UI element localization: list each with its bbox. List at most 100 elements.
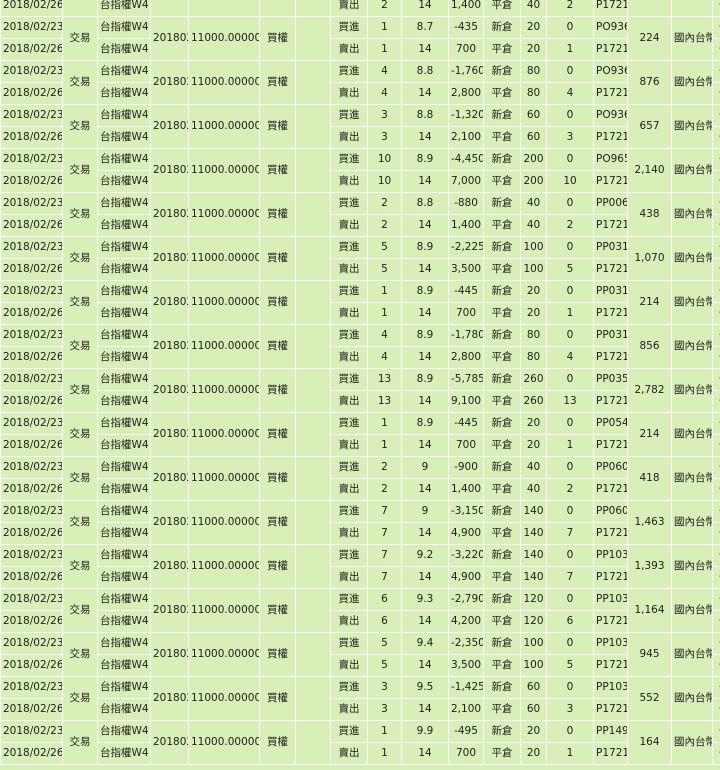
quantity: 4 — [367, 60, 402, 83]
table-row[interactable]: 2018/02/26台指權W4賣出114700平倉201P1721一般 — [0, 434, 720, 457]
table-row[interactable]: 2018/02/23交易台指權W420180211000.000000買權買進3… — [0, 104, 720, 149]
trade-date: 2018/02/23 — [0, 544, 63, 567]
table-row[interactable]: 2018/02/26台指權W4賣出3142,100平倉603P1721一般 — [0, 126, 720, 149]
table-row[interactable]: 2018/02/23交易台指權W420180211000.000000買權買進5… — [0, 632, 720, 677]
order-number: P1721 — [593, 126, 628, 149]
order-number: PO936 — [593, 60, 628, 83]
table-row[interactable]: 2018/02/23交易台指權W420180211000.000000買權買進4… — [0, 60, 720, 105]
table-row[interactable]: 2018/02/26台指權W4賣出3142,100平倉603P1721一般 — [0, 698, 720, 721]
table-row[interactable]: 2018/02/23交易台指權W420180211000.000000買權買進6… — [0, 588, 720, 633]
tax: 1 — [546, 434, 594, 457]
side: 賣出 — [330, 654, 368, 677]
order-number: P1721 — [593, 522, 628, 545]
open-close: 平倉 — [483, 654, 521, 677]
quantity: 6 — [367, 610, 402, 633]
profit-loss: 418 — [627, 456, 672, 501]
table-row[interactable]: 2018/02/26台指權W4賣出114700平倉201P1721一般 — [0, 742, 720, 765]
table-row[interactable]: 2018/02/23交易台指權W420180211000.000000買權買進1… — [0, 148, 720, 193]
product-name: 台指權W4 — [97, 302, 151, 325]
quantity: 2 — [367, 0, 402, 17]
table-row[interactable]: 2018/02/23交易台指權W420180211000.000000買權買進7… — [0, 544, 720, 589]
open-close: 新倉 — [483, 676, 521, 699]
trade-kind: 交易 — [62, 148, 98, 193]
table-row[interactable]: 2018/02/23交易台指權W420180211000.000000買權買進3… — [0, 676, 720, 721]
fee: 200 — [520, 148, 547, 171]
quantity: 3 — [367, 126, 402, 149]
table-row[interactable]: 2018/02/23交易台指權W420180211000.000000買權買進4… — [0, 324, 720, 369]
contract-month: 201802 — [150, 192, 189, 237]
table-row[interactable]: 2018/02/23交易台指權W420180211000.000000買權買進1… — [0, 412, 720, 457]
table-row[interactable]: 2018/02/26台指權W4賣出2141,400平倉402P1721一般 — [0, 214, 720, 237]
amount: -900 — [448, 456, 484, 479]
table-row[interactable]: 2018/02/26台指權W4賣出10147,000平倉20010P1721一般 — [0, 170, 720, 193]
trade-kind: 交易 — [62, 104, 98, 149]
open-close: 新倉 — [483, 280, 521, 303]
trade-table-body: 2018/02/26 台指權W4 賣出 2 14 1,400 平倉 40 2 P… — [0, 0, 720, 765]
open-close: 新倉 — [483, 544, 521, 567]
quantity: 3 — [367, 676, 402, 699]
order-number: PP031 — [593, 236, 628, 259]
product-name: 台指權W4 — [97, 478, 151, 501]
table-row[interactable]: 2018/02/26台指權W4賣出7144,900平倉1407P1721一般 — [0, 566, 720, 589]
amount: 700 — [448, 302, 484, 325]
table-row[interactable]: 2018/02/26 台指權W4 賣出 2 14 1,400 平倉 40 2 P… — [0, 0, 720, 17]
table-row[interactable]: 2018/02/26台指權W4賣出6144,200平倉1206P1721一般 — [0, 610, 720, 633]
table-row[interactable]: 2018/02/26台指權W4賣出13149,100平倉26013P1721一般 — [0, 390, 720, 413]
price: 9 — [401, 500, 449, 523]
table-row[interactable]: 2018/02/26台指權W4賣出7144,900平倉1407P1721一般 — [0, 522, 720, 545]
table-row[interactable]: 2018/02/26台指權W4賣出4142,800平倉804P1721一般 — [0, 346, 720, 369]
side: 賣出 — [330, 610, 368, 633]
table-row[interactable]: 2018/02/26台指權W4賣出4142,800平倉804P1721一般 — [0, 82, 720, 105]
currency: 國內台幣 — [671, 148, 713, 193]
amount: 1,400 — [448, 478, 484, 501]
amount: -1,760 — [448, 60, 484, 83]
table-row[interactable]: 2018/02/26台指權W4賣出114700平倉201P1721一般 — [0, 38, 720, 61]
amount: -2,350 — [448, 632, 484, 655]
open-close: 平倉 — [483, 522, 521, 545]
trade-date: 2018/02/26 — [0, 654, 63, 677]
quantity: 7 — [367, 566, 402, 589]
call-put: 買權 — [259, 500, 296, 545]
table-row[interactable]: 2018/02/23交易台指權W420180211000.000000買權買進5… — [0, 236, 720, 281]
order-number: PP031 — [593, 324, 628, 347]
price: 14 — [401, 390, 449, 413]
call-put: 買權 — [259, 280, 296, 325]
trade-history-grid: 2018/02/26 台指權W4 賣出 2 14 1,400 平倉 40 2 P… — [0, 0, 720, 770]
table-row[interactable]: 2018/02/23交易台指權W420180211000.000000買權買進2… — [0, 456, 720, 501]
table-row[interactable]: 2018/02/23交易台指權W420180211000.000000買權買進1… — [0, 280, 720, 325]
trade-date: 2018/02/26 — [0, 82, 63, 105]
table-row[interactable]: 2018/02/23交易台指權W420180211000.000000買權買進1… — [0, 16, 720, 61]
order-number: PP103 — [593, 544, 628, 567]
order-number: P1721 — [593, 654, 628, 677]
call-put: 買權 — [259, 16, 296, 61]
tax: 0 — [546, 588, 594, 611]
table-row[interactable]: 2018/02/23交易台指權W420180211000.000000買權買進2… — [0, 192, 720, 237]
price: 14 — [401, 38, 449, 61]
open-close: 平倉 — [483, 82, 521, 105]
table-row[interactable]: 2018/02/23交易台指權W420180211000.000000買權買進1… — [0, 720, 720, 765]
trade-kind: 交易 — [62, 16, 98, 61]
trade-date: 2018/02/26 — [0, 170, 63, 193]
amount: 700 — [448, 38, 484, 61]
table-row[interactable]: 2018/02/23交易台指權W420180211000.000000買權買進1… — [0, 368, 720, 413]
trade-date: 2018/02/23 — [0, 104, 63, 127]
amount: -495 — [448, 720, 484, 743]
quantity: 1 — [367, 720, 402, 743]
trade-kind: 交易 — [62, 192, 98, 237]
table-row[interactable]: 2018/02/23交易台指權W420180211000.000000買權買進7… — [0, 500, 720, 545]
strike-price: 11000.000000 — [188, 324, 260, 369]
strike-price: 11000.000000 — [188, 104, 260, 149]
open-close: 平倉 — [483, 434, 521, 457]
table-row[interactable]: 2018/02/26台指權W4賣出2141,400平倉402P1721一般 — [0, 478, 720, 501]
tax: 0 — [546, 104, 594, 127]
tax: 0 — [546, 368, 594, 391]
product-name: 台指權W4 — [97, 434, 151, 457]
trade-kind: 交易 — [62, 588, 98, 633]
fee: 60 — [520, 698, 547, 721]
table-row[interactable]: 2018/02/26台指權W4賣出5143,500平倉1005P1721一般 — [0, 258, 720, 281]
currency: 國內台幣 — [671, 544, 713, 589]
open-close: 新倉 — [483, 368, 521, 391]
strike-price: 11000.000000 — [188, 500, 260, 545]
table-row[interactable]: 2018/02/26台指權W4賣出5143,500平倉1005P1721一般 — [0, 654, 720, 677]
table-row[interactable]: 2018/02/26台指權W4賣出114700平倉201P1721一般 — [0, 302, 720, 325]
